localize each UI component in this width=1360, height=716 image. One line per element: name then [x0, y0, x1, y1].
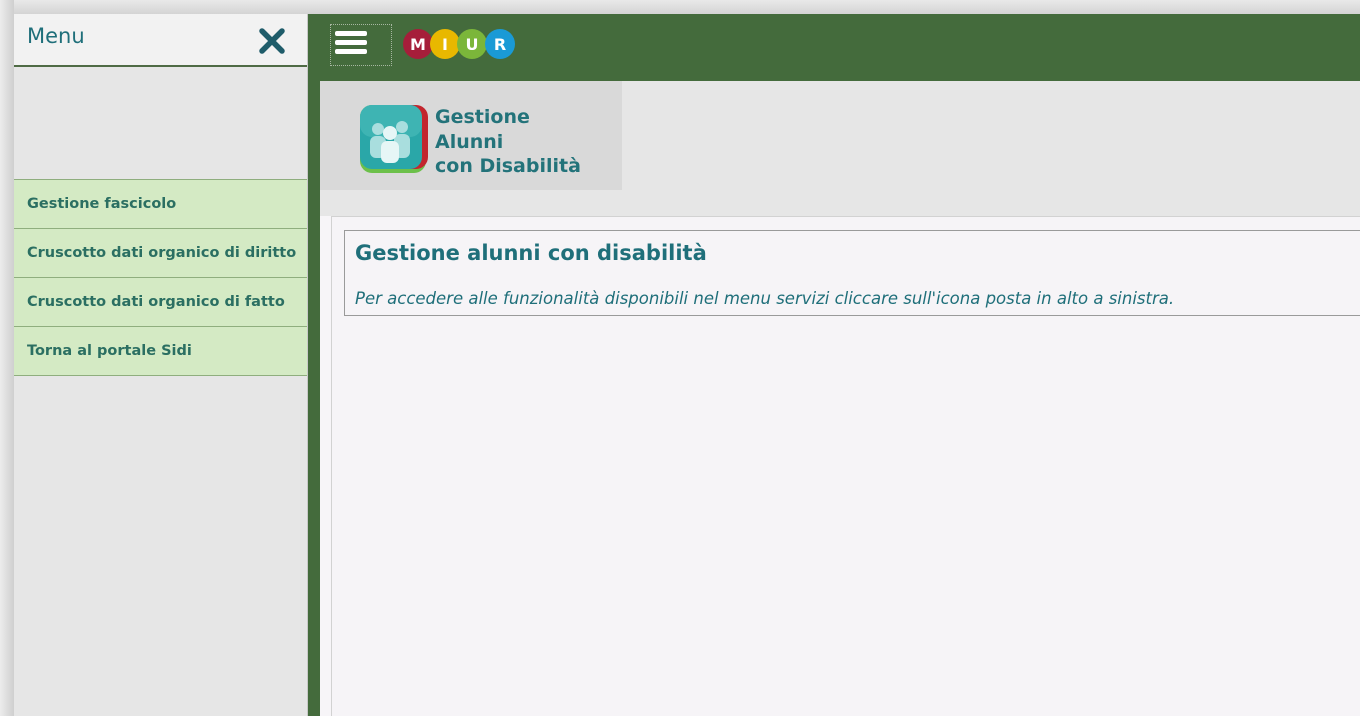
svg-text:U: U	[466, 35, 479, 54]
miur-logo-letter-u: U	[457, 29, 487, 59]
sidebar-title: Menu	[27, 24, 85, 48]
svg-text:R: R	[494, 35, 506, 54]
menu-item-cruscotto-fatto[interactable]: Cruscotto dati organico di fatto	[14, 278, 307, 327]
top-bar: M I U R	[308, 14, 1360, 81]
info-text: Per accedere alle funzionalità disponibi…	[355, 289, 1175, 308]
menu-item-cruscotto-diritto[interactable]: Cruscotto dati organico di diritto	[14, 229, 307, 278]
svg-text:M: M	[410, 35, 426, 54]
hamburger-menu-icon-line	[335, 31, 367, 36]
app-name-line: con Disabilità	[435, 155, 581, 177]
app-name-line: Alunni	[435, 130, 504, 153]
window-frame-left	[0, 0, 14, 716]
page-title: Gestione alunni con disabilità	[355, 241, 707, 265]
close-icon	[259, 28, 285, 54]
sidebar-header: Menu	[14, 14, 307, 67]
app-header: Gestione Alunni con Disabilità	[320, 81, 1360, 216]
main-content: Gestione alunni con disabilità Per acced…	[331, 216, 1360, 716]
miur-logo-letter-i: I	[430, 29, 460, 59]
menu-item-label: Cruscotto dati organico di fatto	[27, 294, 285, 310]
miur-logo-letter-m: M	[403, 29, 433, 59]
hamburger-menu-icon-line	[335, 49, 367, 54]
svg-text:I: I	[442, 35, 448, 54]
hamburger-menu-button[interactable]	[330, 24, 392, 66]
menu-item-portale-sidi[interactable]: Torna al portale Sidi	[14, 327, 307, 376]
app-name: Gestione Alunni con Disabilità	[435, 105, 581, 179]
menu-item-label: Cruscotto dati organico di diritto	[27, 245, 297, 261]
menu-item-label: Gestione fascicolo	[27, 196, 177, 212]
close-menu-button[interactable]	[255, 24, 289, 58]
menu-list: Gestione fascicolo Cruscotto dati organi…	[14, 179, 307, 376]
app-name-line: Gestione	[435, 106, 530, 128]
menu-item-gestione-fascicolo[interactable]: Gestione fascicolo	[14, 180, 307, 229]
info-panel: Gestione alunni con disabilità Per acced…	[344, 230, 1360, 316]
students-group-icon	[358, 103, 430, 175]
app-logo-box: Gestione Alunni con Disabilità	[320, 81, 622, 190]
window-frame-top	[0, 0, 1360, 14]
miur-logo: M I U R	[400, 24, 522, 64]
miur-logo-letter-r: R	[485, 29, 515, 59]
menu-item-label: Torna al portale Sidi	[27, 343, 192, 359]
sidebar-menu: Menu Gestione fascicolo Cruscotto dati o…	[14, 14, 308, 716]
green-divider-band	[308, 14, 320, 716]
hamburger-menu-icon-line	[335, 40, 367, 45]
